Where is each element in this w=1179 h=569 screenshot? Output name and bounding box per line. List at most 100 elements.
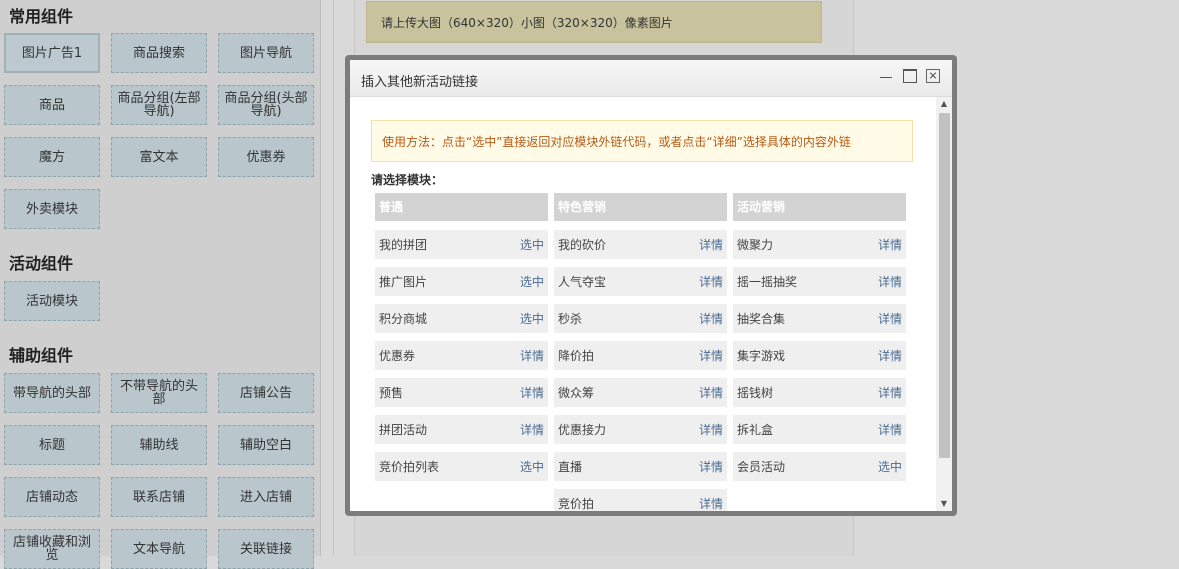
module-name: 预售	[379, 386, 404, 400]
component-enter-store[interactable]: 进入店铺	[218, 477, 314, 517]
component-store-updates[interactable]: 店铺动态	[4, 477, 100, 517]
component-product-search[interactable]: 商品搜索	[111, 33, 207, 73]
component-product[interactable]: 商品	[4, 85, 100, 125]
component-heading[interactable]: 标题	[4, 425, 100, 465]
module-name: 会员活动	[737, 460, 786, 474]
detail-link[interactable]: 详情	[699, 421, 723, 438]
usage-tip: 使用方法：点击“选中”直接返回对应模块外链代码，或者点击“详细”选择具体的内容外…	[371, 120, 913, 162]
component-group-left-nav[interactable]: 商品分组(左部导航)	[111, 85, 207, 125]
module-row: 降价拍 详情	[554, 341, 727, 370]
module-row: 拼团活动 详情	[375, 415, 548, 444]
detail-link[interactable]: 详情	[878, 273, 902, 290]
module-name: 人气夺宝	[558, 275, 607, 289]
detail-link[interactable]: 详情	[520, 347, 544, 364]
component-related-link[interactable]: 关联链接	[218, 529, 314, 569]
module-row: 摇一摇抽奖 详情	[733, 267, 906, 296]
scroll-down-arrow-icon[interactable]: ▼	[936, 497, 952, 511]
module-row: 集字游戏 详情	[733, 341, 906, 370]
scroll-thumb[interactable]	[939, 113, 950, 458]
detail-link[interactable]: 详情	[878, 347, 902, 364]
module-column-featured: 特色营销 我的砍价 详情 人气夺宝 详情 秒杀 详情 降价拍 详情 微众筹 详情 优惠接力…	[554, 193, 727, 511]
module-row: 推广图片 选中	[375, 267, 548, 296]
module-row: 优惠接力 详情	[554, 415, 727, 444]
scroll-up-arrow-icon[interactable]: ▲	[936, 97, 952, 111]
detail-link[interactable]: 详情	[699, 310, 723, 327]
component-store-notice[interactable]: 店铺公告	[218, 373, 314, 413]
component-blank-space[interactable]: 辅助空白	[218, 425, 314, 465]
module-name: 抽奖合集	[737, 312, 786, 326]
module-name: 我的拼团	[379, 238, 428, 252]
module-name: 积分商城	[379, 312, 428, 326]
module-name: 竞价拍列表	[379, 460, 440, 474]
dialog-body: 使用方法：点击“选中”直接返回对应模块外链代码，或者点击“详细”选择具体的内容外…	[350, 97, 952, 511]
detail-link[interactable]: 详情	[878, 310, 902, 327]
module-row: 抽奖合集 详情	[733, 304, 906, 333]
component-header-without-nav[interactable]: 不带导航的头部	[111, 373, 207, 413]
module-row: 我的拼团 选中	[375, 230, 548, 259]
minimize-icon[interactable]	[879, 69, 893, 83]
close-icon[interactable]	[926, 69, 940, 83]
component-coupon[interactable]: 优惠券	[218, 137, 314, 177]
detail-link[interactable]: 详情	[878, 384, 902, 401]
column-header: 活动营销	[733, 193, 906, 221]
detail-link[interactable]: 详情	[699, 273, 723, 290]
dialog-scrollbar[interactable]: ▲ ▼	[936, 97, 952, 511]
component-guide-line[interactable]: 辅助线	[111, 425, 207, 465]
component-contact-store[interactable]: 联系店铺	[111, 477, 207, 517]
detail-link[interactable]: 详情	[699, 236, 723, 253]
module-column-activity: 活动营销 微聚力 详情 摇一摇抽奖 详情 抽奖合集 详情 集字游戏 详情 摇钱树 详情 拆…	[733, 193, 906, 481]
component-image-ad[interactable]: 图片广告1	[4, 33, 100, 73]
detail-link[interactable]: 详情	[878, 236, 902, 253]
detail-link[interactable]: 详情	[699, 458, 723, 475]
upload-notice: 请上传大图（640×320）小图（320×320）像素图片	[366, 1, 822, 43]
detail-link[interactable]: 详情	[699, 384, 723, 401]
component-image-nav[interactable]: 图片导航	[218, 33, 314, 73]
module-row: 微众筹 详情	[554, 378, 727, 407]
dialog-title: 插入其他新活动链接	[361, 75, 479, 90]
component-magic-cube[interactable]: 魔方	[4, 137, 100, 177]
select-link[interactable]: 选中	[878, 458, 902, 475]
module-row: 优惠券 详情	[375, 341, 548, 370]
module-name: 优惠券	[379, 349, 416, 363]
component-takeout[interactable]: 外卖模块	[4, 189, 100, 229]
detail-link[interactable]: 详情	[878, 421, 902, 438]
module-row: 我的砍价 详情	[554, 230, 727, 259]
module-row: 拆礼盒 详情	[733, 415, 906, 444]
component-store-favorite[interactable]: 店铺收藏和浏览	[4, 529, 100, 569]
detail-link[interactable]: 详情	[520, 384, 544, 401]
module-row: 摇钱树 详情	[733, 378, 906, 407]
module-name: 微聚力	[737, 238, 774, 252]
module-row: 直播 详情	[554, 452, 727, 481]
component-rich-text[interactable]: 富文本	[111, 137, 207, 177]
module-row: 会员活动 选中	[733, 452, 906, 481]
module-name: 微众筹	[558, 386, 595, 400]
detail-link[interactable]: 详情	[699, 495, 723, 511]
module-row: 预售 详情	[375, 378, 548, 407]
module-name: 直播	[558, 460, 583, 474]
select-link[interactable]: 选中	[520, 273, 544, 290]
module-name: 降价拍	[558, 349, 595, 363]
module-name: 秒杀	[558, 312, 583, 326]
select-link[interactable]: 选中	[520, 236, 544, 253]
detail-link[interactable]: 详情	[520, 421, 544, 438]
divider	[333, 0, 334, 556]
module-column-general: 普通 我的拼团 选中 推广图片 选中 积分商城 选中 优惠券 详情 预售 详情 拼团活动详…	[375, 193, 548, 481]
module-name: 集字游戏	[737, 349, 786, 363]
select-link[interactable]: 选中	[520, 458, 544, 475]
component-group-top-nav[interactable]: 商品分组(头部导航)	[218, 85, 314, 125]
module-row: 人气夺宝 详情	[554, 267, 727, 296]
section-title-auxiliary: 辅助组件	[9, 346, 74, 365]
module-name: 我的砍价	[558, 238, 607, 252]
component-text-nav[interactable]: 文本导航	[111, 529, 207, 569]
module-name: 摇一摇抽奖	[737, 275, 798, 289]
module-name: 竞价拍	[558, 497, 595, 511]
insert-link-dialog: 插入其他新活动链接 使用方法：点击“选中”直接返回对应模块外链代码，或者点击“详…	[345, 55, 957, 516]
component-activity-module[interactable]: 活动模块	[4, 281, 100, 321]
component-header-with-nav[interactable]: 带导航的头部	[4, 373, 100, 413]
component-panel: 常用组件 图片广告1 商品搜索 图片导航 商品 商品分组(左部导航) 商品分组(…	[0, 0, 321, 569]
module-row: 微聚力 详情	[733, 230, 906, 259]
detail-link[interactable]: 详情	[699, 347, 723, 364]
select-link[interactable]: 选中	[520, 310, 544, 327]
maximize-icon[interactable]	[903, 69, 917, 83]
module-name: 拼团活动	[379, 423, 428, 437]
